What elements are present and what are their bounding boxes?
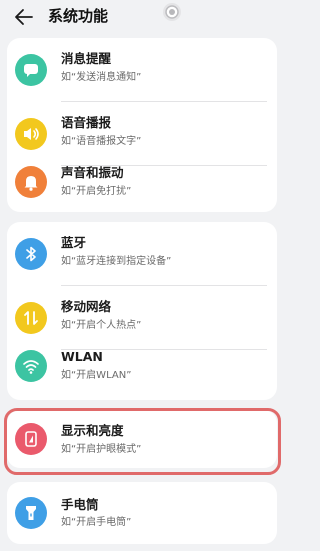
setting-description: 如“开启护眼模式”	[61, 444, 142, 455]
header: 系统功能	[0, 0, 286, 36]
mobile-data-icon	[15, 302, 47, 334]
setting-row-display[interactable]: 显示和亮度 如“开启护眼模式”	[7, 410, 277, 468]
setting-row-sound[interactable]: 声音和振动 如“开启免打扰”	[7, 165, 277, 212]
settings-group-notifications: 消息提醒 如“发送消息通知” 语音播报 如“语音播报文字” 声音和振动 如“开启…	[7, 38, 277, 212]
display-brightness-icon	[15, 423, 47, 455]
setting-description: 如“开启WLAN”	[61, 370, 132, 381]
setting-row-message[interactable]: 消息提醒 如“发送消息通知”	[7, 38, 277, 102]
speaker-icon	[15, 118, 47, 150]
setting-description: 如“开启免打扰”	[61, 186, 132, 197]
flashlight-icon	[15, 497, 47, 529]
setting-name: 语音播报	[61, 115, 112, 130]
settings-group-display: 显示和亮度 如“开启护眼模式”	[7, 410, 277, 468]
setting-name: 蓝牙	[61, 235, 87, 250]
setting-name: 显示和亮度	[61, 423, 124, 438]
setting-row-voice[interactable]: 语音播报 如“语音播报文字”	[7, 102, 277, 166]
setting-description: 如“蓝牙连接到指定设备”	[61, 256, 172, 267]
ring-icon	[162, 2, 182, 22]
bluetooth-icon	[15, 238, 47, 270]
arrow-left-icon[interactable]	[12, 5, 36, 29]
setting-name: 消息提醒	[61, 51, 112, 66]
setting-name: 移动网络	[61, 299, 112, 314]
settings-group-tools: 手电筒 如“开启手电筒”	[7, 482, 277, 544]
setting-description: 如“开启手电筒”	[61, 517, 132, 528]
setting-description: 如“开启个人热点”	[61, 320, 142, 331]
setting-row-mobile[interactable]: 移动网络 如“开启个人热点”	[7, 286, 277, 350]
bell-icon	[15, 166, 47, 198]
wifi-icon	[15, 350, 47, 382]
chat-bubble-icon	[15, 54, 47, 86]
setting-name: 手电筒	[61, 497, 99, 512]
setting-name: WLAN	[61, 349, 103, 364]
setting-name: 声音和振动	[61, 165, 124, 180]
setting-description: 如“发送消息通知”	[61, 72, 142, 83]
setting-row-bluetooth[interactable]: 蓝牙 如“蓝牙连接到指定设备”	[7, 222, 277, 286]
page-title: 系统功能	[48, 7, 109, 25]
setting-row-wlan[interactable]: WLAN 如“开启WLAN”	[7, 349, 277, 400]
settings-group-connectivity: 蓝牙 如“蓝牙连接到指定设备” 移动网络 如“开启个人热点” WLAN 如“开启…	[7, 222, 277, 400]
setting-row-flashlight[interactable]: 手电筒 如“开启手电筒”	[7, 482, 277, 544]
setting-description: 如“语音播报文字”	[61, 136, 142, 147]
